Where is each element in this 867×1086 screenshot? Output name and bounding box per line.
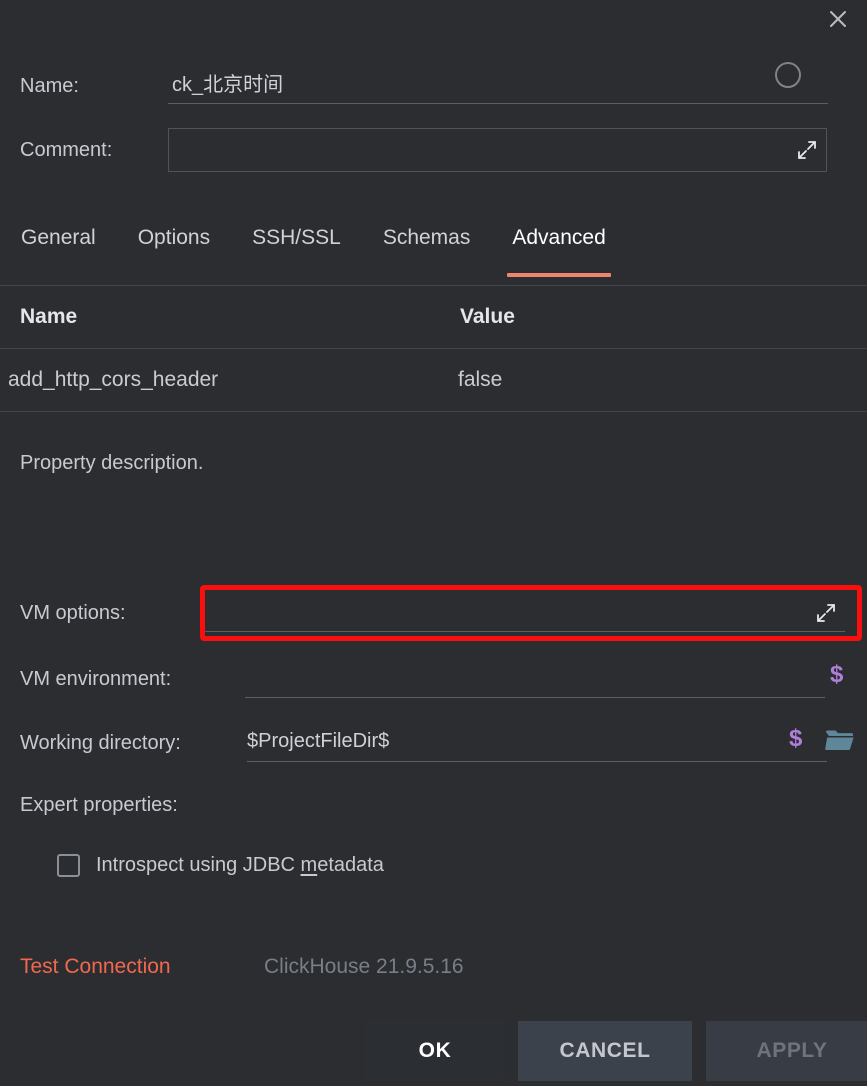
introspect-label-after: etadata <box>317 854 384 876</box>
name-field-row: Name: ck_北京时间 <box>20 68 847 104</box>
macro-dollar-icon[interactable]: $ <box>789 727 802 751</box>
cell-property-value[interactable]: false <box>458 368 502 392</box>
comment-label: Comment: <box>20 138 113 161</box>
expand-icon[interactable] <box>796 139 818 161</box>
database-version-text: ClickHouse 21.9.5.16 <box>264 955 464 978</box>
vm-environment-input[interactable] <box>245 660 825 698</box>
table-divider-bottom <box>0 411 867 412</box>
comment-field-row: Comment: <box>20 128 847 172</box>
column-header-value: Value <box>460 305 515 328</box>
introspect-jdbc-metadata-checkbox-row[interactable]: Introspect using JDBC metadata <box>57 854 384 877</box>
vm-environment-row: VM environment: <box>20 660 867 698</box>
name-input-value: ck_北京时间 <box>172 74 284 96</box>
introspect-label-before: Introspect using JDBC <box>96 854 301 876</box>
vm-options-row: VM options: <box>20 594 867 632</box>
connection-settings-dialog: Name: ck_北京时间 Comment: General Options S… <box>0 0 867 1086</box>
tab-general-label: General <box>21 226 96 249</box>
advanced-properties-table: Name Value add_http_cors_header false <box>0 285 867 412</box>
vm-options-input[interactable] <box>205 594 845 632</box>
close-icon[interactable] <box>815 0 861 38</box>
property-description: Property description. <box>20 452 204 474</box>
tab-options-label: Options <box>137 226 211 249</box>
table-row[interactable]: add_http_cors_header false <box>0 349 867 411</box>
tab-ssh-ssl[interactable]: SSH/SSL <box>231 218 362 280</box>
tab-schemas-label: Schemas <box>382 226 471 249</box>
vm-options-underline <box>205 631 845 632</box>
vm-environment-label: VM environment: <box>20 667 172 690</box>
vm-options-label: VM options: <box>20 601 126 624</box>
tab-advanced-label: Advanced <box>512 226 606 249</box>
name-label: Name: <box>20 74 79 97</box>
macro-dollar-icon[interactable]: $ <box>830 663 843 687</box>
tab-ssh-ssl-label: SSH/SSL <box>252 226 341 249</box>
tab-general[interactable]: General <box>0 218 117 280</box>
name-input-underline <box>168 103 828 104</box>
tab-options[interactable]: Options <box>117 218 231 280</box>
column-header-name: Name <box>20 305 78 328</box>
name-input[interactable]: ck_北京时间 <box>168 68 828 104</box>
working-directory-row: Working directory: $ProjectFileDir$ <box>20 724 867 762</box>
dialog-button-bar: OK CANCEL APPLY <box>366 1021 867 1081</box>
working-directory-value: $ProjectFileDir$ <box>247 730 390 752</box>
working-directory-label: Working directory: <box>20 731 181 754</box>
expert-properties-label: Expert properties: <box>20 794 178 816</box>
working-directory-input[interactable]: $ProjectFileDir$ <box>247 724 827 762</box>
vm-options-expand-icon[interactable] <box>815 602 837 624</box>
tab-advanced[interactable]: Advanced <box>491 218 626 280</box>
cancel-button[interactable]: CANCEL <box>518 1021 692 1081</box>
color-swatch-icon[interactable] <box>775 62 801 88</box>
introspect-label-mnemonic: m <box>300 854 318 876</box>
tab-schemas[interactable]: Schemas <box>362 218 492 280</box>
introspect-jdbc-metadata-checkbox[interactable] <box>57 854 80 877</box>
tab-bar: General Options SSH/SSL Schemas Advanced <box>0 218 867 280</box>
ok-button[interactable]: OK <box>366 1021 504 1081</box>
folder-icon[interactable] <box>825 728 855 752</box>
test-connection-link[interactable]: Test Connection <box>20 955 171 979</box>
cell-property-name: add_http_cors_header <box>8 368 219 391</box>
comment-input[interactable] <box>168 128 827 172</box>
apply-button[interactable]: APPLY <box>706 1021 867 1081</box>
vm-environment-underline <box>245 697 825 698</box>
working-directory-underline <box>247 761 827 762</box>
introspect-jdbc-metadata-label: Introspect using JDBC metadata <box>96 854 384 877</box>
table-header-row: Name Value <box>0 286 867 348</box>
